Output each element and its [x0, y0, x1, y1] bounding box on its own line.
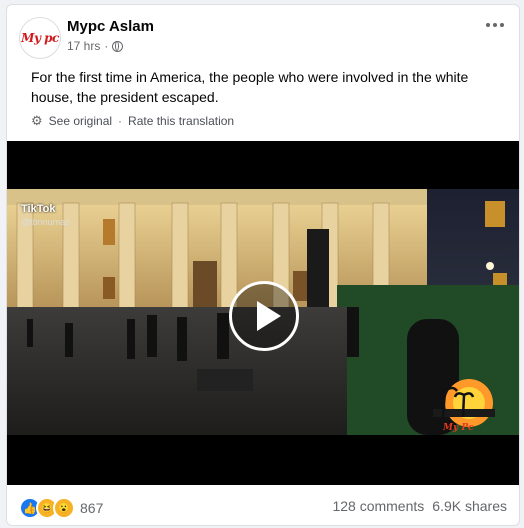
comments-count[interactable]: 128 comments: [332, 498, 424, 514]
avatar-logo: My pc: [21, 31, 59, 45]
post-text: For the first time in America, the peopl…: [31, 69, 469, 105]
post-footer: 👍 😆 😮 867 128 comments 6.9K shares: [7, 485, 519, 525]
avatar[interactable]: My pc: [19, 17, 61, 59]
reaction-count: 867: [80, 500, 104, 516]
wow-icon: 😮: [53, 497, 75, 519]
dot-icon: [486, 23, 490, 27]
play-button[interactable]: [229, 281, 299, 351]
rate-translation-link[interactable]: Rate this translation: [128, 114, 234, 128]
tiktok-label: TikTok: [21, 203, 56, 215]
post-time[interactable]: 17 hrs: [67, 39, 100, 53]
dot-icon: [500, 23, 504, 27]
dot-icon: [493, 23, 497, 27]
engagement-stats: 128 comments 6.9K shares: [332, 498, 507, 514]
post-header: My pc Mypc Aslam 17 hrs ·: [7, 5, 519, 67]
video-player[interactable]: TikTok @tbnnumaz My Pc: [7, 141, 519, 485]
see-original-link[interactable]: See original: [49, 114, 112, 128]
translation-separator: ·: [118, 114, 123, 128]
translation-bar: ⚙ See original · Rate this translation: [31, 113, 234, 129]
meta-separator: ·: [104, 39, 109, 53]
gear-icon[interactable]: ⚙: [31, 113, 43, 129]
more-options-button[interactable]: [481, 15, 509, 35]
reactions-summary[interactable]: 👍 😆 😮 867: [19, 497, 103, 519]
post-meta: 17 hrs ·: [67, 39, 124, 53]
shares-count[interactable]: 6.9K shares: [432, 498, 507, 514]
watermark-text: My Pc: [443, 423, 474, 433]
tiktok-username: @tbnnumaz: [21, 217, 70, 227]
post-card: My pc Mypc Aslam 17 hrs · For the first …: [6, 4, 520, 526]
globe-icon[interactable]: [112, 40, 124, 52]
author-name[interactable]: Mypc Aslam: [67, 18, 154, 35]
